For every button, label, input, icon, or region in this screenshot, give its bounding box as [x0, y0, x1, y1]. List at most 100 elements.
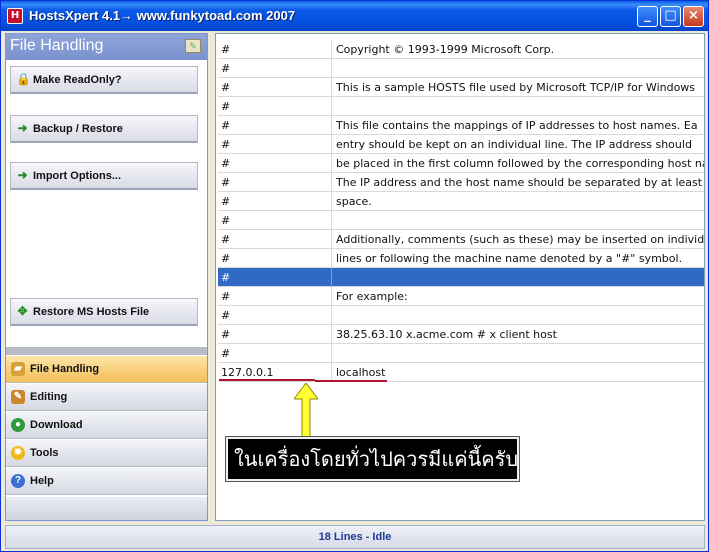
- table-row[interactable]: # The IP address and the host name should…: [218, 173, 704, 192]
- cell-hostname[interactable]: [333, 59, 704, 78]
- cell-hostname[interactable]: Copyright © 1993-1999 Microsoft Corp.: [333, 40, 704, 59]
- nav-item-help[interactable]: ? Help: [6, 467, 207, 495]
- title-bar[interactable]: H HostsXpert 4.1→ www.funkytoad.com 2007…: [1, 1, 708, 31]
- cell-address[interactable]: #: [218, 268, 332, 287]
- nav-item-file-handling[interactable]: ▰ File Handling: [6, 355, 207, 383]
- table-row[interactable]: # be placed in the first column followed …: [218, 154, 704, 173]
- cell-address[interactable]: #: [218, 135, 332, 154]
- table-row[interactable]: # lines or following the machine name den…: [218, 249, 704, 268]
- underline-ip: [219, 379, 315, 381]
- make-readonly-label: Make ReadOnly?: [33, 74, 122, 86]
- underline-host: [315, 380, 387, 382]
- cell-address[interactable]: #: [218, 325, 332, 344]
- cell-address[interactable]: #: [218, 154, 332, 173]
- cell-hostname[interactable]: The IP address and the host name should …: [333, 173, 704, 192]
- left-panel: File Handling ✎ 🔒 Make ReadOnly? ➜ Backu…: [5, 33, 208, 521]
- import-options-label: Import Options...: [33, 170, 121, 182]
- lock-icon: 🔒: [16, 72, 31, 86]
- app-window: H HostsXpert 4.1→ www.funkytoad.com 2007…: [0, 0, 709, 552]
- cell-hostname[interactable]: [333, 97, 704, 116]
- cell-address[interactable]: #: [218, 97, 332, 116]
- nav-label-help: Help: [30, 475, 54, 487]
- minimize-button[interactable]: _: [637, 6, 658, 27]
- nav-label-download: Download: [30, 419, 83, 431]
- cell-address[interactable]: #: [218, 40, 332, 59]
- table-row[interactable]: # space.: [218, 192, 704, 211]
- arrow-right-icon: ➜: [17, 121, 28, 135]
- cell-hostname[interactable]: 38.25.63.10 x.acme.com # x client host: [333, 325, 704, 344]
- table-row[interactable]: #: [218, 211, 704, 230]
- panel-header: File Handling ✎: [6, 34, 207, 60]
- cell-address[interactable]: #: [218, 59, 332, 78]
- make-readonly-button[interactable]: 🔒 Make ReadOnly?: [10, 66, 198, 94]
- table-row[interactable]: # For example:: [218, 287, 704, 306]
- restore-ms-hosts-label: Restore MS Hosts File: [33, 306, 150, 318]
- app-icon[interactable]: H: [7, 8, 23, 24]
- table-row[interactable]: #: [218, 306, 704, 325]
- nav-item-tools[interactable]: ✸ Tools: [6, 439, 207, 467]
- cell-hostname[interactable]: For example:: [333, 287, 704, 306]
- minimize-icon: _: [644, 8, 651, 23]
- maximize-button[interactable]: □: [660, 6, 681, 27]
- cell-hostname[interactable]: entry should be kept on an individual li…: [333, 135, 704, 154]
- cell-address[interactable]: #: [218, 192, 332, 211]
- restore-icon: ✥: [17, 304, 28, 318]
- collapse-icon[interactable]: ✎: [185, 39, 201, 53]
- panel-header-title: File Handling: [10, 37, 104, 54]
- status-text: 18 Lines - Idle: [318, 531, 392, 543]
- status-bar: 18 Lines - Idle: [5, 525, 705, 549]
- import-options-button[interactable]: ➜ Import Options...: [10, 162, 198, 190]
- table-row[interactable]: # entry should be kept on an individual l…: [218, 135, 704, 154]
- cell-hostname[interactable]: space.: [333, 192, 704, 211]
- table-row[interactable]: # This file contains the mappings of IP a…: [218, 116, 704, 135]
- cell-hostname[interactable]: [333, 344, 704, 363]
- window-title: HostsXpert 4.1→ www.funkytoad.com 2007: [29, 8, 296, 23]
- nav-label-editing: Editing: [30, 391, 68, 403]
- table-row[interactable]: # Copyright © 1993-1999 Microsoft Corp.: [218, 40, 704, 59]
- cell-address[interactable]: #: [218, 116, 332, 135]
- cell-hostname[interactable]: Additionally, comments (such as these) m…: [333, 230, 704, 249]
- arrow-right-icon: ➜: [17, 168, 28, 182]
- cell-hostname[interactable]: [333, 211, 704, 230]
- cell-hostname[interactable]: be placed in the first column followed b…: [333, 154, 704, 173]
- nav-separator: [6, 347, 207, 355]
- table-row[interactable]: #: [218, 344, 704, 363]
- cell-hostname[interactable]: [333, 268, 704, 287]
- table-row[interactable]: #38.25.63.10 x.acme.com # x client host: [218, 325, 704, 344]
- sun-icon: ✸: [11, 446, 25, 460]
- wrench-icon: ✎: [11, 390, 25, 404]
- cell-hostname[interactable]: This file contains the mappings of IP ad…: [333, 116, 704, 135]
- maximize-icon: □: [664, 8, 677, 23]
- nav-label-tools: Tools: [30, 447, 59, 459]
- cell-hostname[interactable]: [333, 306, 704, 325]
- table-row[interactable]: # Additionally, comments (such as these) …: [218, 230, 704, 249]
- table-row[interactable]: #: [218, 268, 704, 287]
- cell-address[interactable]: #: [218, 249, 332, 268]
- cell-hostname[interactable]: localhost: [333, 363, 704, 382]
- backup-restore-button[interactable]: ➜ Backup / Restore: [10, 115, 198, 143]
- table-row[interactable]: #: [218, 59, 704, 78]
- help-icon: ?: [11, 474, 25, 488]
- table-row[interactable]: # This is a sample HOSTS file used by Mic…: [218, 78, 704, 97]
- backup-restore-label: Backup / Restore: [33, 123, 123, 135]
- globe-icon: ●: [11, 418, 25, 432]
- cell-address[interactable]: #: [218, 287, 332, 306]
- cell-address[interactable]: #: [218, 344, 332, 363]
- close-icon: ×: [688, 8, 699, 23]
- close-button[interactable]: ×: [683, 6, 704, 27]
- nav-label-file-handling: File Handling: [30, 363, 100, 375]
- cell-address[interactable]: #: [218, 173, 332, 192]
- cell-address[interactable]: #: [218, 78, 332, 97]
- cell-address[interactable]: #: [218, 230, 332, 249]
- annotation-callout: ในเครื่องโดยทั่วไปควรมีแค่นี้ครับ: [225, 436, 520, 482]
- restore-ms-hosts-button[interactable]: ✥ Restore MS Hosts File: [10, 298, 198, 326]
- nav-footer: [6, 497, 207, 520]
- table-row[interactable]: #: [218, 97, 704, 116]
- nav-item-editing[interactable]: ✎ Editing: [6, 383, 207, 411]
- cell-hostname[interactable]: This is a sample HOSTS file used by Micr…: [333, 78, 704, 97]
- cell-address[interactable]: #: [218, 306, 332, 325]
- cell-hostname[interactable]: lines or following the machine name deno…: [333, 249, 704, 268]
- cell-address[interactable]: #: [218, 211, 332, 230]
- up-arrow-icon: [294, 383, 318, 437]
- nav-item-download[interactable]: ● Download: [6, 411, 207, 439]
